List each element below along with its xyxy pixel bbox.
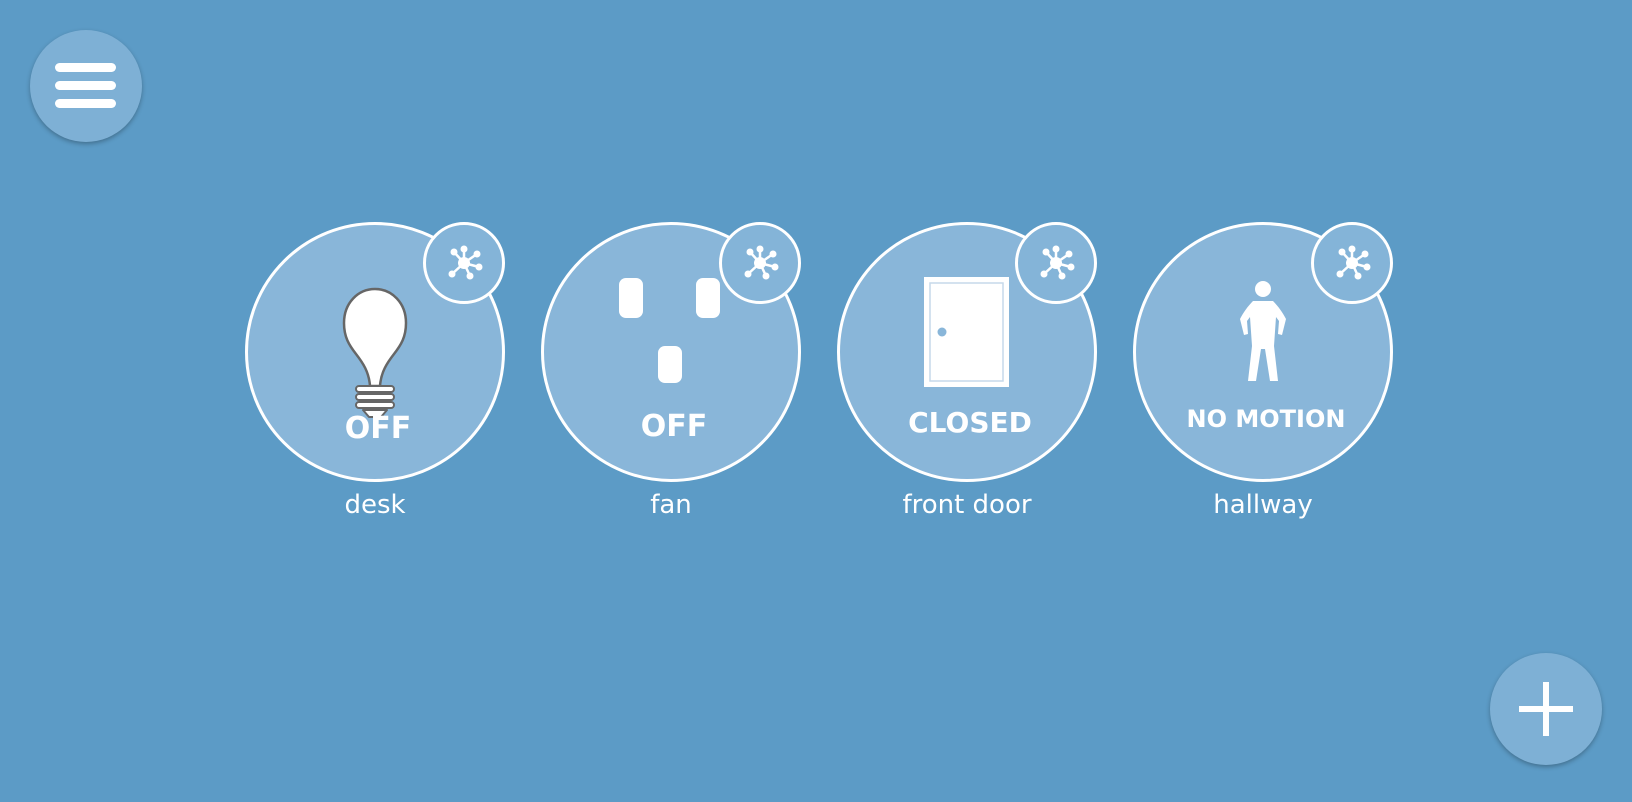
network-hub-icon: [744, 245, 779, 280]
device-state: OFF: [640, 409, 708, 444]
device-state: OFF: [344, 411, 412, 446]
menu-button[interactable]: [30, 30, 142, 142]
device-tile-fan: OFF fan: [541, 222, 801, 532]
hub-settings-button[interactable]: [423, 222, 505, 304]
device-label: front door: [902, 490, 1032, 520]
device-tile-hallway: NO MOTION hallway: [1133, 222, 1393, 532]
network-hub-icon: [448, 245, 483, 280]
hub-settings-button[interactable]: [1311, 222, 1393, 304]
device-tile-front-door: CLOSED front door: [837, 222, 1097, 532]
device-label: fan: [650, 490, 692, 520]
hub-settings-button[interactable]: [719, 222, 801, 304]
device-label: hallway: [1213, 490, 1313, 520]
device-tile-desk: OFF desk: [245, 222, 505, 532]
device-state: CLOSED: [908, 406, 1032, 439]
device-label: desk: [344, 490, 406, 520]
add-device-button[interactable]: [1490, 653, 1602, 765]
device-state: NO MOTION: [1186, 405, 1346, 433]
network-hub-icon: [1336, 245, 1371, 280]
hub-settings-button[interactable]: [1015, 222, 1097, 304]
network-hub-icon: [1040, 245, 1075, 280]
